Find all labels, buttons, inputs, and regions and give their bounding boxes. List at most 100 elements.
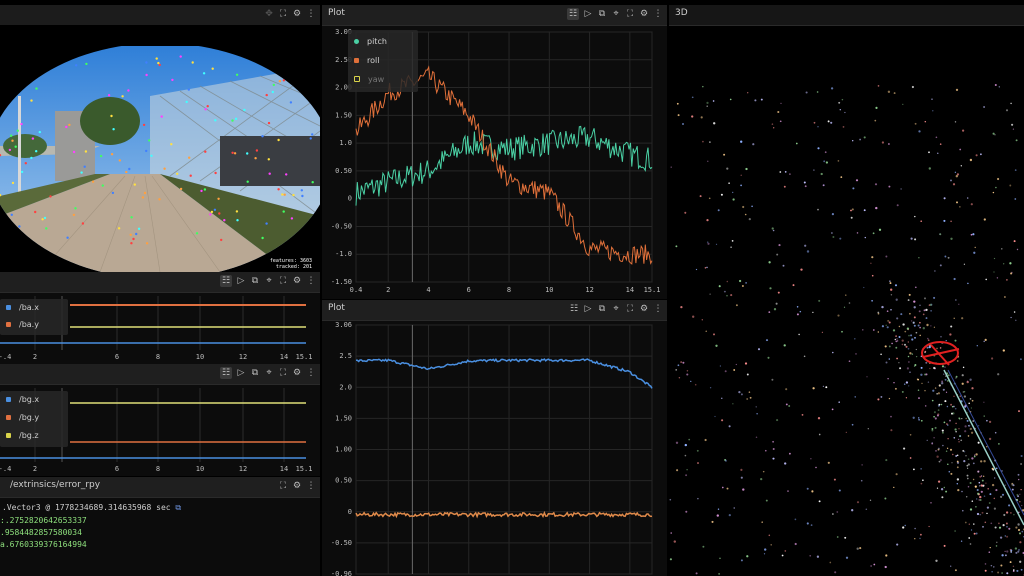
move-icon[interactable]: ✥: [264, 8, 274, 20]
feature-point: [214, 119, 217, 122]
cloud-point: [924, 120, 927, 123]
cloud-point: [784, 550, 787, 552]
cloud-point: [956, 360, 959, 362]
feature-point: [305, 226, 309, 229]
cloud-point: [983, 401, 985, 403]
cloud-point: [963, 460, 966, 463]
cloud-point: [855, 353, 857, 355]
cloud-point: [896, 543, 899, 546]
settings-gear-icon[interactable]: ⚙: [292, 8, 302, 20]
cloud-point: [706, 241, 709, 243]
cloud-point: [955, 455, 958, 457]
cloud-point: [928, 151, 930, 154]
legend-item-ba-y[interactable]: /ba.y: [6, 320, 39, 329]
cloud-point: [837, 160, 840, 162]
cloud-point: [1015, 551, 1018, 554]
cloud-point: [967, 463, 970, 466]
cloud-point: [1017, 473, 1020, 476]
cloud-point: [836, 536, 839, 538]
settings-gear-icon[interactable]: ⚙: [292, 480, 302, 492]
cloud-point: [875, 106, 878, 109]
cloud-point: [913, 300, 916, 303]
cloud-point: [972, 420, 974, 422]
feature-point: [281, 193, 284, 196]
cloud-point: [815, 466, 817, 469]
feature-point: [142, 123, 146, 127]
cloud-point: [943, 421, 946, 424]
cloud-point: [948, 470, 951, 473]
cloud-point: [760, 98, 763, 101]
legend-item-roll[interactable]: roll: [354, 56, 379, 65]
cloud-point: [738, 390, 741, 394]
cloud-point: [953, 405, 955, 408]
cloud-point: [1018, 478, 1020, 481]
cloud-point: [934, 417, 937, 420]
cloud-point: [960, 439, 963, 442]
cloud-point: [848, 302, 851, 304]
cloud-point: [945, 450, 948, 452]
cloud-point: [950, 237, 953, 240]
fullscreen-icon[interactable]: ⛶: [278, 8, 288, 20]
more-menu-icon[interactable]: ⋮: [306, 8, 316, 20]
cloud-point: [1021, 530, 1024, 533]
legend-item-pitch[interactable]: pitch: [354, 37, 387, 46]
plot-bottom-area[interactable]: 3.06 2.5 2.0 1.50 1.00 0.50 0 -0.50 -0.96: [322, 300, 667, 576]
cloud-point: [844, 536, 847, 539]
cloud-point: [863, 136, 866, 139]
cloud-point: [729, 98, 732, 101]
cloud-point: [980, 460, 983, 463]
fullscreen-icon[interactable]: ⛶: [278, 480, 288, 492]
cloud-point: [939, 233, 942, 236]
feature-point: [145, 61, 148, 64]
cloud-point: [851, 509, 854, 512]
cloud-point: [917, 378, 919, 381]
cloud-point: [978, 425, 980, 427]
cloud-point: [1010, 549, 1013, 552]
cloud-point: [1005, 522, 1008, 525]
legend-item-yaw[interactable]: yaw: [354, 75, 384, 84]
cloud-point: [997, 571, 1000, 574]
cloud-point: [975, 154, 978, 157]
feature-point: [141, 196, 145, 199]
more-menu-icon[interactable]: ⋮: [306, 480, 316, 492]
cloud-point: [1012, 128, 1015, 130]
cloud-point: [1001, 572, 1003, 574]
feature-point: [135, 232, 138, 236]
cloud-point: [862, 329, 864, 331]
point-cloud-view[interactable]: [669, 5, 1024, 576]
cloud-point: [902, 526, 905, 529]
cloud-point: [713, 333, 715, 336]
legend-item-bg-x[interactable]: /bg.x: [6, 395, 39, 404]
cloud-point: [885, 459, 888, 462]
cloud-point: [778, 244, 781, 247]
feature-point: [202, 72, 206, 75]
cloud-point: [974, 246, 976, 249]
cloud-point: [692, 315, 695, 318]
cloud-point: [880, 395, 883, 398]
cloud-point: [806, 522, 809, 525]
cloud-point: [794, 542, 797, 546]
cloud-point: [919, 334, 921, 337]
legend-item-bg-y[interactable]: /bg.y: [6, 413, 39, 422]
cloud-point: [978, 481, 981, 484]
cloud-point: [893, 382, 895, 384]
cloud-point: [936, 414, 939, 417]
cloud-point: [695, 268, 698, 271]
cloud-point: [977, 470, 980, 473]
cloud-point: [896, 338, 898, 340]
cloud-point: [746, 398, 749, 400]
cloud-point: [886, 326, 889, 329]
cloud-point: [881, 305, 884, 309]
cloud-point: [983, 495, 986, 497]
cloud-point: [865, 508, 868, 510]
legend-item-bg-z[interactable]: /bg.z: [6, 431, 39, 440]
feature-point: [203, 188, 207, 191]
x-tick-label: 2: [33, 465, 37, 473]
cloud-point: [813, 169, 815, 171]
cloud-point: [984, 569, 987, 572]
copy-icon[interactable]: ⧉: [175, 503, 181, 512]
cloud-point: [919, 304, 921, 306]
cloud-point: [953, 436, 956, 439]
legend-item-ba-x[interactable]: /ba.x: [6, 303, 39, 312]
cloud-point: [961, 382, 964, 385]
